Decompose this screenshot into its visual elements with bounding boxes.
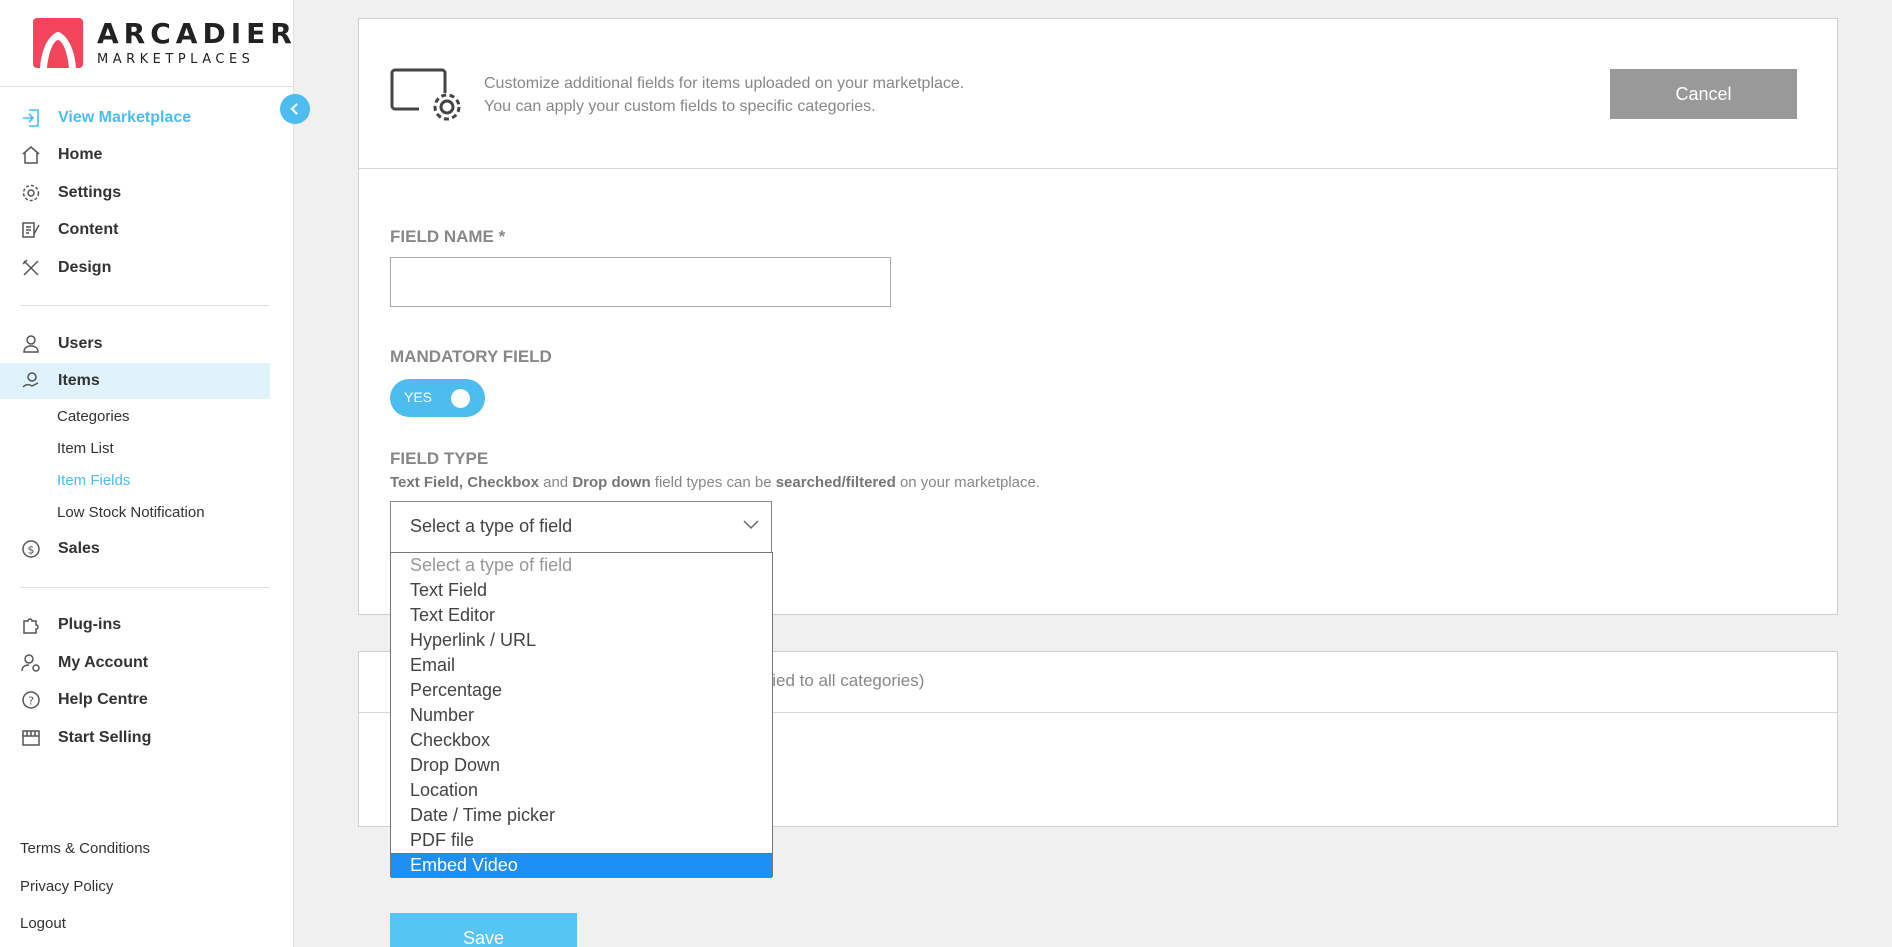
terms-link[interactable]: Terms & Conditions [20,840,150,857]
dropdown-option[interactable]: Location [391,778,772,803]
nav-view-marketplace[interactable]: View Marketplace [0,100,270,136]
dollar-circle-icon: $ [20,538,42,560]
divider [0,86,294,87]
svg-text:?: ? [28,695,34,708]
nav-start-selling[interactable]: Start Selling [0,720,270,756]
header-line-2: You can apply your custom fields to spec… [484,98,876,115]
divider [359,168,1837,169]
svg-text:$: $ [28,544,35,557]
mandatory-toggle[interactable]: YES [390,379,485,417]
hint-bold: Text Field, Checkbox [390,474,539,491]
sub-nav-categories[interactable]: Categories [57,408,130,425]
nav-label: Help Centre [58,691,148,708]
divider [20,305,269,306]
chevron-down-icon [743,520,759,530]
nav-label: Home [58,146,103,163]
field-type-select[interactable]: Select a type of field [390,501,772,553]
dropdown-option[interactable]: Text Field [391,578,772,603]
dropdown-option[interactable]: Text Editor [391,603,772,628]
view-marketplace-icon [20,107,42,129]
custom-field-settings-icon [389,67,467,128]
nav-label: View Marketplace [58,109,192,126]
nav-label: Start Selling [58,729,152,746]
logo-title: ARCADIER [97,16,297,50]
toggle-label: YES [404,389,433,405]
dropdown-option[interactable]: Percentage [391,678,772,703]
dropdown-option[interactable]: Email [391,653,772,678]
nav-label: My Account [58,654,149,671]
toggle-knob [451,389,470,408]
design-tools-icon [20,257,42,279]
account-gear-icon [20,652,42,674]
dropdown-option[interactable]: Date / Time picker [391,803,772,828]
chevron-left-icon [290,103,298,115]
divider [20,587,269,588]
nav-label: Users [58,335,103,352]
nav-items[interactable]: Items [0,363,270,399]
mandatory-field-label: MANDATORY FIELD [390,347,552,366]
privacy-link[interactable]: Privacy Policy [20,878,113,895]
field-name-label: FIELD NAME * [390,227,506,246]
nav-label: Content [58,221,119,238]
cancel-button[interactable]: Cancel [1610,69,1797,119]
nav-design[interactable]: Design [0,250,270,286]
nav-users[interactable]: Users [0,326,270,362]
nav-my-account[interactable]: My Account [0,645,270,681]
nav-home[interactable]: Home [0,137,270,173]
puzzle-icon [20,614,42,636]
logout-link[interactable]: Logout [20,915,66,932]
header-line-1: Customize additional fields for items up… [484,75,965,92]
nav-label: Sales [58,540,100,557]
sub-nav-item-list[interactable]: Item List [57,440,114,457]
field-type-dropdown-list[interactable]: Select a type of field Text Field Text E… [390,552,773,878]
nav-label: Plug-ins [58,616,122,633]
storefront-icon [20,727,42,749]
arcadier-logo[interactable]: ARCADIER MARKETPLACES [33,16,297,70]
dropdown-option[interactable]: Number [391,703,772,728]
logo-subtitle: MARKETPLACES [97,51,255,67]
user-icon [20,333,42,355]
dropdown-option[interactable]: Drop Down [391,753,772,778]
sub-nav-low-stock-notification[interactable]: Low Stock Notification [57,504,205,521]
nav-label: Items [58,372,100,389]
items-hand-icon [20,370,42,392]
hint-bold: searched/filtered [775,474,896,491]
nav-content[interactable]: Content [0,212,270,248]
hint-text: and [538,474,573,491]
settings-gear-icon [20,182,42,204]
dropdown-option[interactable]: Hyperlink / URL [391,628,772,653]
dropdown-option-highlighted[interactable]: Embed Video [391,853,772,878]
select-value: Select a type of field [410,516,573,536]
nav-sales[interactable]: $ Sales [0,531,270,567]
hint-text: field types can be [650,474,776,491]
sub-nav-item-fields[interactable]: Item Fields [57,472,130,489]
sidebar: ARCADIER MARKETPLACES View Marketplace H… [0,0,294,947]
hint-text: on your marketplace. [895,474,1041,491]
nav-settings[interactable]: Settings [0,175,270,211]
home-icon [20,144,42,166]
help-circle-icon: ? [20,689,42,711]
categories-note: plied to all categories) [759,671,925,690]
save-button[interactable]: Save [390,913,577,947]
hint-bold: Drop down [572,474,651,491]
nav-help-centre[interactable]: ? Help Centre [0,682,270,718]
nav-label: Settings [58,184,122,201]
header-description: Customize additional fields for items up… [484,72,964,118]
field-type-hint: Text Field, Checkbox and Drop down field… [390,474,1040,491]
nav-label: Design [58,259,112,276]
field-type-label: FIELD TYPE [390,449,489,468]
dropdown-option[interactable]: Checkbox [391,728,772,753]
dropdown-option[interactable]: PDF file [391,828,772,853]
logo-mark-icon [33,18,83,68]
dropdown-option[interactable]: Select a type of field [391,553,772,578]
nav-plug-ins[interactable]: Plug-ins [0,607,270,643]
item-field-form-card: Customize additional fields for items up… [358,18,1838,615]
collapse-sidebar-button[interactable] [280,94,310,124]
content-icon [20,219,42,241]
field-name-input[interactable] [390,257,891,307]
